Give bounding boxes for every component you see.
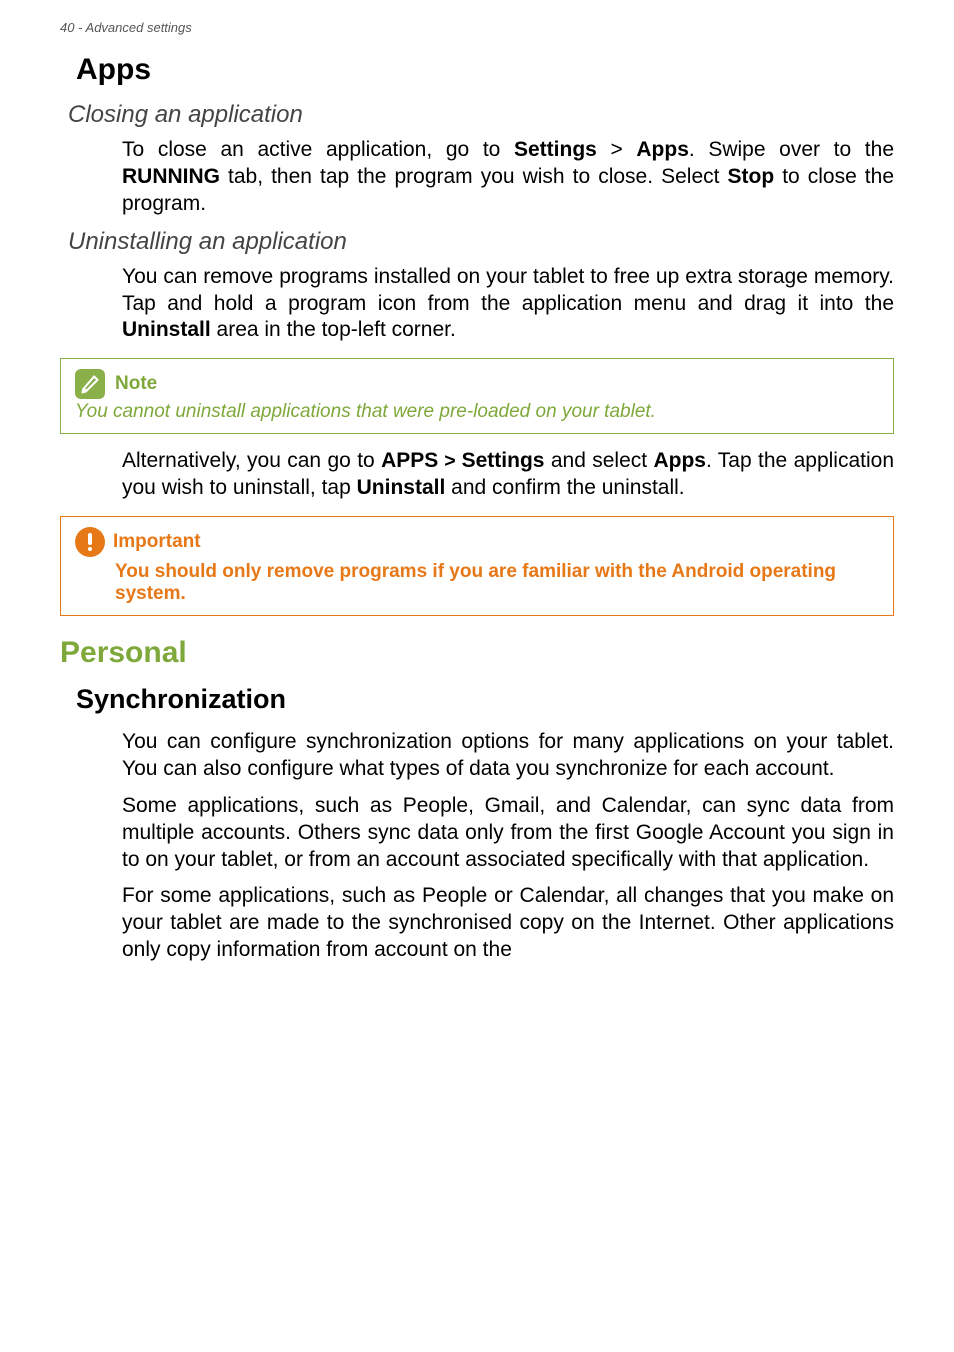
apps-caps-label: APPS xyxy=(381,449,438,472)
uninstalling-app-heading: Uninstalling an application xyxy=(68,228,894,256)
uninstall-label-2: Uninstall xyxy=(357,476,446,499)
important-body: You should only remove programs if you a… xyxy=(115,561,879,605)
apps-label-2: Apps xyxy=(653,449,706,472)
settings-label-2: Settings xyxy=(462,449,545,472)
synchronization-heading: Synchronization xyxy=(76,684,894,715)
note-callout: Note You cannot uninstall applications t… xyxy=(60,358,894,434)
text-run: You can remove programs installed on you… xyxy=(122,265,894,315)
document-page: 40 - Advanced settings Apps Closing an a… xyxy=(0,0,954,1014)
sync-paragraph-2: Some applications, such as People, Gmail… xyxy=(122,793,894,874)
personal-heading: Personal xyxy=(60,636,894,670)
text-run: Alternatively, you can go to xyxy=(122,449,381,472)
settings-label: Settings xyxy=(514,138,597,161)
sync-paragraph-3: For some applications, such as People or… xyxy=(122,883,894,964)
sync-paragraph-1: You can configure synchronization option… xyxy=(122,729,894,783)
text-run: > xyxy=(438,450,461,472)
apps-heading: Apps xyxy=(76,53,894,87)
uninstall-paragraph-1: You can remove programs installed on you… xyxy=(122,264,894,345)
running-label: RUNNING xyxy=(122,165,220,188)
text-run: and select xyxy=(544,449,653,472)
apps-label: Apps xyxy=(636,138,689,161)
uninstall-label: Uninstall xyxy=(122,318,211,341)
text-run: To close an active application, go to xyxy=(122,138,514,161)
important-header-row: Important xyxy=(75,527,879,557)
important-label: Important xyxy=(113,531,201,553)
closing-app-paragraph: To close an active application, go to Se… xyxy=(122,137,894,218)
note-label: Note xyxy=(115,373,157,395)
text-run: area in the top-left corner. xyxy=(211,318,456,341)
note-header-row: Note xyxy=(75,369,879,399)
pencil-icon xyxy=(75,369,105,399)
text-run: tab, then tap the program you wish to cl… xyxy=(220,165,728,188)
exclamation-icon xyxy=(75,527,105,557)
stop-label: Stop xyxy=(728,165,775,188)
text-run: > xyxy=(597,138,637,161)
text-run: and confirm the uninstall. xyxy=(445,476,684,499)
text-run: . Swipe over to the xyxy=(689,138,894,161)
important-callout: Important You should only remove program… xyxy=(60,516,894,616)
closing-app-heading: Closing an application xyxy=(68,101,894,129)
page-header: 40 - Advanced settings xyxy=(60,20,894,35)
note-body: You cannot uninstall applications that w… xyxy=(75,401,879,423)
uninstall-paragraph-2: Alternatively, you can go to APPS > Sett… xyxy=(122,448,894,502)
